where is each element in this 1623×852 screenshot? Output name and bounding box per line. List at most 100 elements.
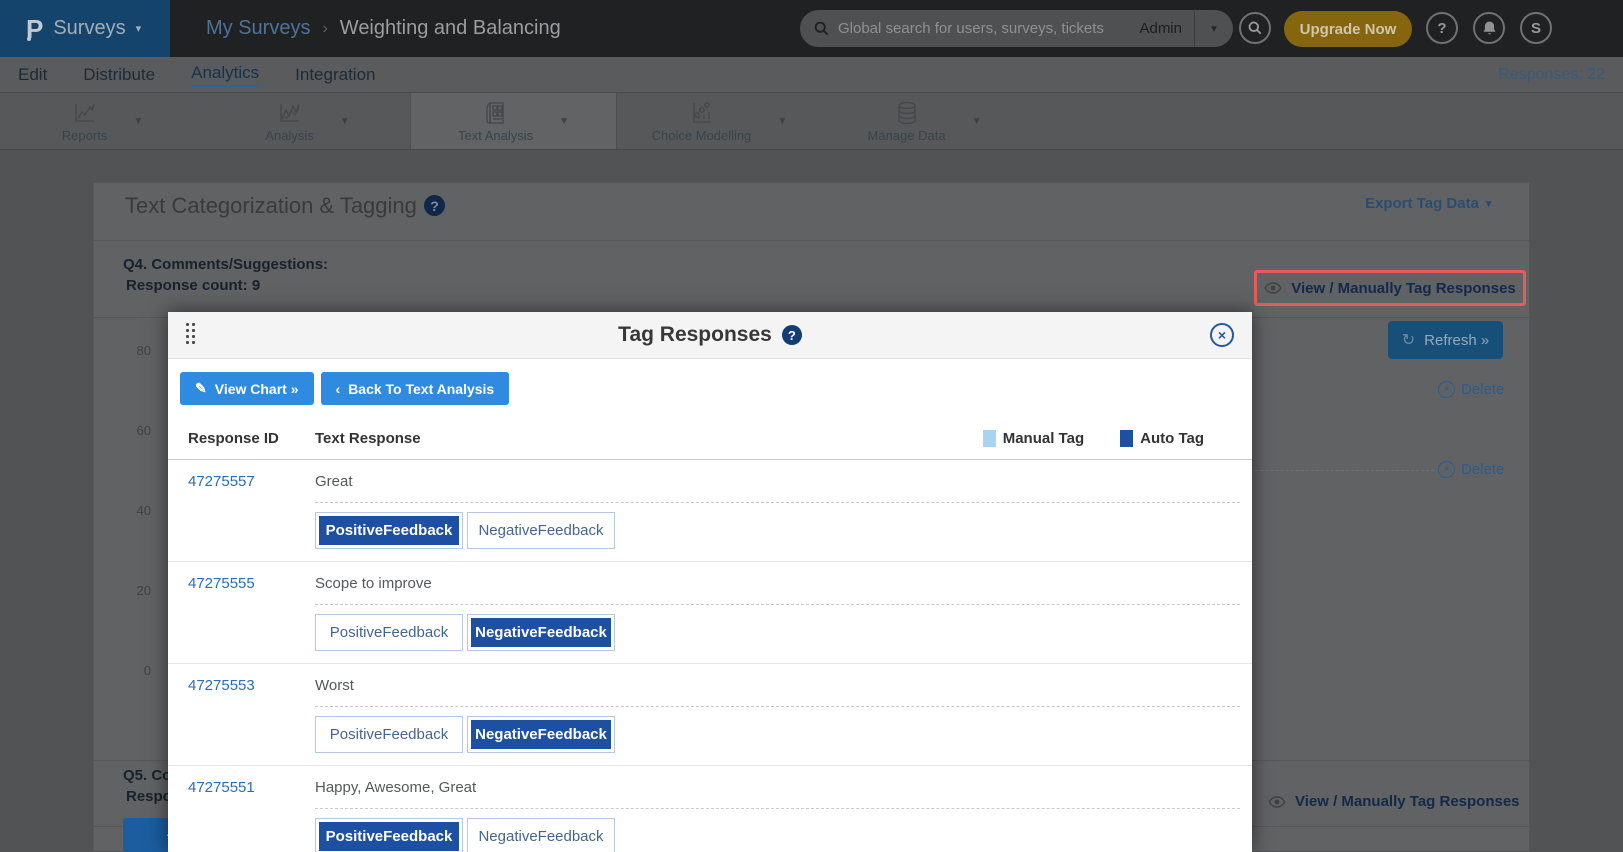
response-text: Scope to improve (315, 575, 1240, 605)
y-axis-tick: 80 (115, 343, 151, 358)
chevron-down-icon: ▾ (136, 22, 142, 35)
help-icon[interactable]: ? (424, 195, 445, 216)
delete-tag-button[interactable]: × Delete (1438, 381, 1504, 398)
response-id-link[interactable]: 47275551 (188, 779, 315, 809)
tab-distribute[interactable]: Distribute (83, 65, 155, 85)
search-scope-label: Admin (1139, 20, 1182, 37)
toolbar-text-analysis[interactable]: Text Analysis ▼ (410, 93, 617, 149)
auto-tag-swatch (1120, 430, 1133, 447)
tag-chip[interactable]: PositiveFeedback (315, 716, 463, 753)
y-axis-tick: 20 (115, 583, 151, 598)
toolbar-analysis[interactable]: Analysis ▼ (205, 93, 410, 149)
global-search-input[interactable]: Global search for users, surveys, ticket… (800, 10, 1233, 47)
refresh-button[interactable]: ↻ Refresh » (1388, 321, 1503, 359)
tag-legend: Manual Tag Auto Tag (983, 430, 1204, 447)
tag-chip-label: PositiveFeedback (319, 822, 459, 851)
bell-icon (1482, 20, 1497, 36)
tag-responses-modal: Tag Responses ? × ✎ View Chart » ‹ Back … (168, 312, 1252, 852)
response-rows: 47275557 Great PositiveFeedbackNegativeF… (168, 460, 1252, 852)
top-navbar: P Surveys ▾ My Surveys › Weighting and B… (0, 0, 1623, 57)
tag-chips: PositiveFeedback NegativeFeedback (315, 503, 1240, 549)
modal-header: Tag Responses ? × (168, 312, 1252, 359)
survey-nav-tabs: Edit Distribute Analytics Integration Re… (0, 57, 1623, 93)
tab-integration[interactable]: Integration (295, 65, 375, 85)
search-placeholder: Global search for users, surveys, ticket… (838, 20, 1139, 37)
responses-count-label: Responses: 22 (1498, 66, 1605, 84)
back-to-text-analysis-button[interactable]: ‹ Back To Text Analysis (321, 372, 510, 405)
help-icon[interactable]: ? (782, 325, 802, 345)
drag-handle[interactable] (186, 323, 195, 344)
upgrade-now-button[interactable]: Upgrade Now (1284, 11, 1412, 47)
response-id-link[interactable]: 47275553 (188, 677, 315, 707)
chevron-down-icon: ▾ (1486, 197, 1492, 210)
chevron-down-icon[interactable]: ▼ (777, 116, 787, 127)
search-submit-button[interactable] (1239, 12, 1271, 44)
toolbar-choice-modelling[interactable]: Choice Modelling ▼ (617, 93, 822, 149)
breadcrumb-my-surveys[interactable]: My Surveys (206, 17, 310, 40)
search-scope-dropdown[interactable]: ▾ (1195, 22, 1233, 35)
close-icon[interactable]: × (1210, 323, 1234, 347)
y-axis-tick: 60 (115, 423, 151, 438)
tag-chip-label: NegativeFeedback (471, 720, 611, 749)
product-name: Surveys (53, 17, 125, 40)
product-switcher[interactable]: P Surveys ▾ (0, 0, 170, 57)
search-icon (814, 21, 829, 36)
response-id-link[interactable]: 47275557 (188, 473, 315, 503)
response-id-link[interactable]: 47275555 (188, 575, 315, 605)
circle-x-icon: × (1438, 461, 1455, 478)
refresh-icon: ↻ (1402, 330, 1415, 350)
chevron-down-icon[interactable]: ▼ (340, 116, 350, 127)
view-manually-tag-responses-button[interactable]: View / Manually Tag Responses (1254, 270, 1526, 306)
tag-chip[interactable]: NegativeFeedback (467, 716, 615, 753)
y-axis-tick: 0 (115, 663, 151, 678)
toolbar-manage-data[interactable]: Manage Data ▼ (822, 93, 1027, 149)
search-icon (1248, 21, 1262, 35)
manual-tag-swatch (983, 430, 996, 447)
chevron-down-icon[interactable]: ▼ (559, 116, 569, 127)
notifications-button[interactable] (1473, 12, 1505, 44)
chevron-down-icon[interactable]: ▼ (133, 116, 143, 127)
trend-chart-icon (277, 100, 303, 126)
legend-auto-tag: Auto Tag (1120, 430, 1204, 447)
breadcrumb-current: Weighting and Balancing (340, 17, 561, 40)
line-chart-icon (72, 100, 98, 126)
chevron-down-icon[interactable]: ▼ (972, 116, 982, 127)
circle-x-icon: × (1438, 381, 1455, 398)
app-window: P Surveys ▾ My Surveys › Weighting and B… (0, 0, 1623, 852)
tag-chip-label: PositiveFeedback (319, 516, 459, 545)
user-avatar[interactable]: S (1520, 12, 1552, 44)
tag-chip[interactable]: PositiveFeedback (315, 512, 463, 549)
tag-chip-label: NegativeFeedback (471, 822, 611, 851)
response-text: Happy, Awesome, Great (315, 779, 1240, 809)
tag-chip[interactable]: NegativeFeedback (467, 614, 615, 651)
tag-chip-label: PositiveFeedback (319, 720, 459, 749)
tag-chip[interactable]: PositiveFeedback (315, 818, 463, 852)
question-label: Q4. Comments/Suggestions: (123, 256, 328, 273)
table-header-row: Response ID Text Response Manual Tag Aut… (168, 418, 1252, 460)
modal-title: Tag Responses (618, 323, 772, 347)
view-chart-button[interactable]: ✎ View Chart » (180, 372, 314, 405)
tag-chip[interactable]: PositiveFeedback (315, 614, 463, 651)
tag-chip-label: NegativeFeedback (471, 516, 611, 545)
analytics-toolbar: Reports ▼ Analysis ▼ (0, 93, 1623, 150)
database-icon (894, 100, 920, 126)
delete-tag-button[interactable]: × Delete (1438, 461, 1504, 478)
table-row: 47275555 Scope to improve PositiveFeedba… (168, 562, 1252, 664)
eye-icon (1268, 796, 1286, 808)
scatter-chart-icon (689, 100, 715, 126)
proprofs-logo-icon: P (26, 16, 43, 42)
tag-chips: PositiveFeedbackNegativeFeedback (315, 605, 1240, 651)
view-manually-tag-responses-button[interactable]: View / Manually Tag Responses (1268, 793, 1520, 810)
export-tag-data-button[interactable]: Export Tag Data ▾ (1365, 195, 1491, 212)
help-button[interactable]: ? (1426, 12, 1458, 44)
document-grid-icon (483, 100, 509, 126)
tag-chips: PositiveFeedback NegativeFeedback (315, 707, 1240, 753)
tag-chip[interactable]: NegativeFeedback (467, 818, 615, 852)
tag-chip[interactable]: NegativeFeedback (467, 512, 615, 549)
tab-edit[interactable]: Edit (18, 65, 47, 85)
eye-icon (1264, 282, 1282, 294)
column-response-id: Response ID (188, 430, 315, 447)
toolbar-reports[interactable]: Reports ▼ (0, 93, 205, 149)
tab-analytics[interactable]: Analytics (191, 63, 259, 87)
edit-chart-icon: ✎ (195, 380, 207, 397)
